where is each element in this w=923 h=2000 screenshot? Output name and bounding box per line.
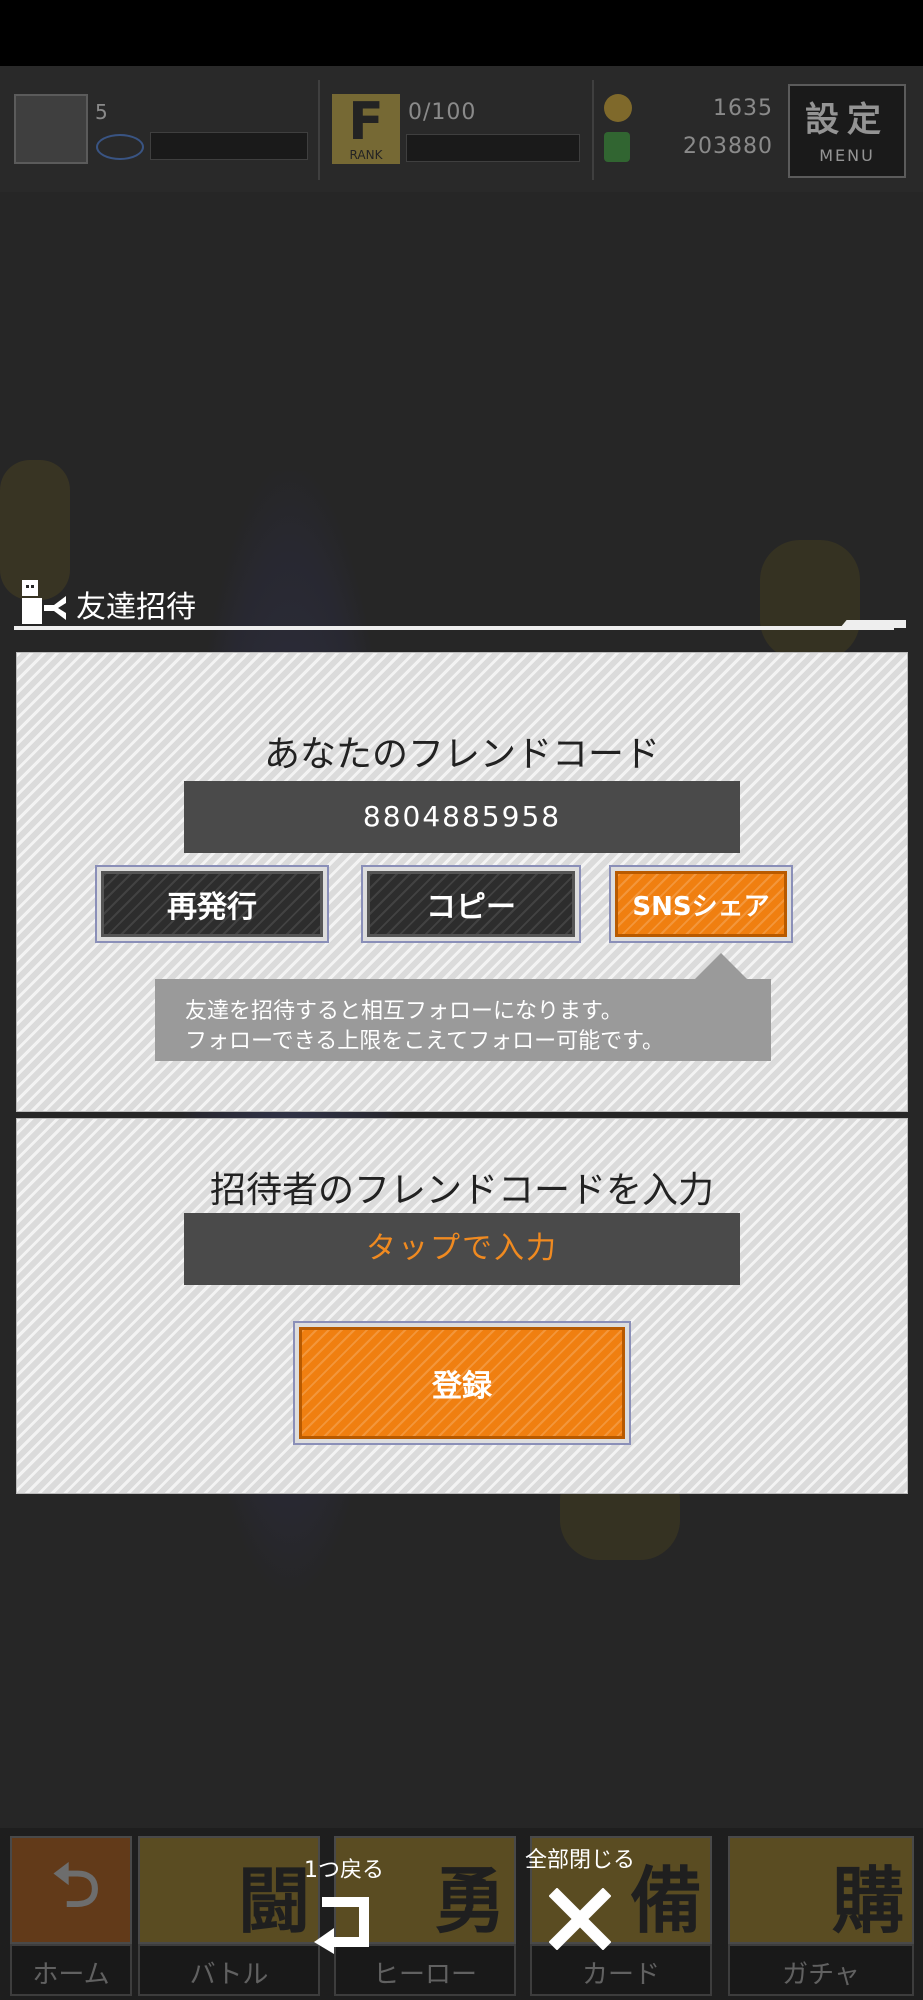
- friend-code-panel: あなたのフレンドコード 8804885958 再発行 コピー SNSシェア 友達…: [16, 652, 908, 1112]
- sns-share-tooltip: 友達を招待すると相互フォローになります。 フォローできる上限をこえてフォロー可能…: [155, 979, 771, 1061]
- hud-divider: [318, 80, 320, 180]
- background-decoration: [760, 540, 860, 660]
- copy-label: コピー: [367, 871, 575, 937]
- sns-share-label: SNSシェア: [615, 871, 787, 937]
- copy-button[interactable]: コピー: [361, 865, 581, 943]
- register-button[interactable]: 登録: [293, 1321, 631, 1445]
- top-hud: 5 F RANK 0/100 1635 203880 設定 MENU: [0, 66, 923, 192]
- nav-gacha-label-box: ガチャ: [728, 1944, 914, 1996]
- hero-kanji: 勇: [433, 1859, 506, 1943]
- nav-gacha[interactable]: 購 ガチャ: [724, 1832, 914, 1996]
- menu-subtitle: MENU: [819, 146, 875, 165]
- tooltip-line-2: フォローできる上限をこえてフォロー可能です。: [185, 1029, 664, 1054]
- invite-friend-icon: [22, 580, 66, 624]
- status-bar: [0, 0, 923, 66]
- back-one-button[interactable]: 1つ戻る: [296, 1852, 392, 1982]
- nav-home-label: ホーム: [32, 1960, 110, 1990]
- tooltip-arrow: [695, 953, 747, 979]
- page-title: 友達招待: [76, 590, 196, 625]
- gacha-icon: 購: [728, 1836, 914, 1944]
- friend-code-heading: あなたのフレンドコード: [263, 734, 660, 775]
- player-avatar: [14, 94, 88, 164]
- gacha-kanji: 購: [831, 1859, 904, 1943]
- title-underline-tail: [840, 620, 906, 628]
- close-all-button[interactable]: 全部閉じる: [514, 1842, 646, 1982]
- sns-share-button[interactable]: SNSシェア: [609, 865, 793, 943]
- inviter-code-panel: 招待者のフレンドコードを入力 タップで入力 登録: [16, 1118, 908, 1494]
- inviter-code-input[interactable]: タップで入力: [184, 1213, 740, 1285]
- nav-gacha-label: ガチャ: [782, 1960, 860, 1990]
- coin-count: 1635: [713, 96, 773, 121]
- menu-title: 設定: [805, 100, 889, 140]
- tooltip-line-1: 友達を招待すると相互フォローになります。: [185, 999, 623, 1024]
- menu-button[interactable]: 設定 MENU: [788, 84, 906, 178]
- friend-code-box: 8804885958: [184, 781, 740, 853]
- reissue-label: 再発行: [101, 871, 323, 937]
- gem-count: 203880: [683, 134, 773, 159]
- eye-icon: [96, 134, 144, 160]
- exp-bar: [150, 132, 308, 160]
- home-icon: ⮌: [10, 1836, 132, 1944]
- player-level: 5: [95, 100, 108, 124]
- rank-progress: 0/100: [408, 100, 477, 125]
- nav-battle-label: バトル: [189, 1960, 269, 1990]
- back-one-label: 1つ戻る: [304, 1858, 384, 1883]
- close-all-label: 全部閉じる: [524, 1848, 635, 1873]
- nav-home-label-box: ホーム: [10, 1944, 132, 1996]
- hud-divider: [592, 80, 594, 180]
- coin-icon: [604, 94, 632, 122]
- gem-icon: [604, 132, 630, 162]
- nav-battle[interactable]: 闘 バトル: [134, 1832, 320, 1996]
- undo-arrow-icon: [314, 1897, 369, 1954]
- battle-icon: 闘: [138, 1836, 320, 1944]
- rank-label: RANK: [349, 148, 383, 162]
- bottom-nav: ⮌ ホーム 闘 バトル 勇 ヒーロー 備 カード 購 ガチャ: [0, 1828, 923, 2000]
- title-underline: [14, 626, 894, 630]
- inviter-code-placeholder: タップで入力: [366, 1231, 558, 1266]
- home-arrow-icon: ⮌: [51, 1851, 100, 1921]
- nav-battle-label-box: バトル: [138, 1944, 320, 1996]
- close-icon: [548, 1887, 612, 1951]
- friend-code-value: 8804885958: [362, 800, 562, 833]
- reissue-button[interactable]: 再発行: [95, 865, 329, 943]
- rank-bar: [406, 134, 580, 162]
- register-label: 登録: [299, 1327, 625, 1439]
- inviter-code-heading: 招待者のフレンドコードを入力: [209, 1170, 714, 1211]
